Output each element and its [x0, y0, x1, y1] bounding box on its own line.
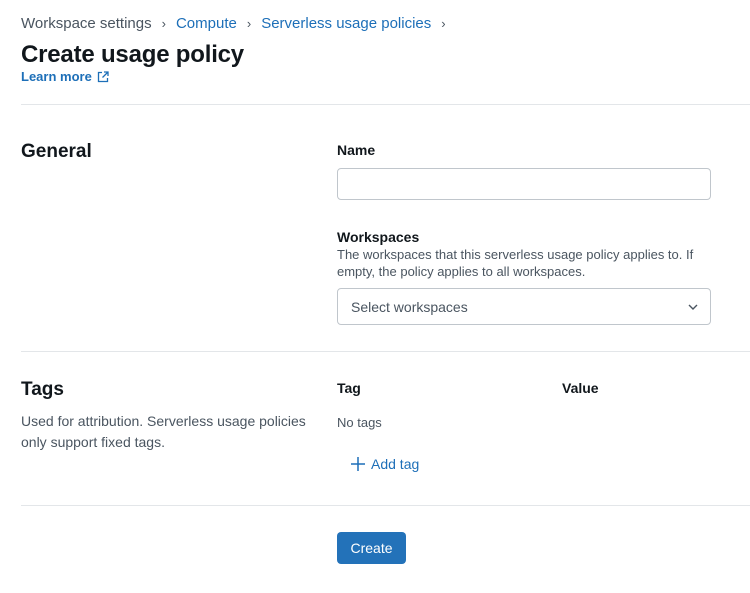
chevron-right-icon: › — [161, 16, 166, 31]
page-title: Create usage policy — [21, 41, 244, 68]
breadcrumb-serverless-usage-policies[interactable]: Serverless usage policies — [261, 14, 431, 34]
value-column-header: Value — [562, 380, 599, 396]
tags-description: Used for attribution. Serverless usage p… — [21, 413, 306, 450]
learn-more-label: Learn more — [21, 69, 92, 84]
name-input[interactable] — [337, 168, 711, 200]
external-link-icon — [97, 71, 109, 83]
workspaces-select-placeholder: Select workspaces — [351, 298, 468, 315]
name-label: Name — [337, 142, 376, 158]
create-usage-policy-page: Workspace settings › Compute › Serverles… — [0, 0, 750, 593]
breadcrumb-compute[interactable]: Compute — [176, 14, 237, 34]
divider-tags — [21, 505, 750, 506]
tags-section-title: Tags — [21, 379, 64, 400]
chevron-right-icon: › — [246, 16, 252, 31]
general-section-title: General — [21, 141, 92, 162]
breadcrumb: Workspace settings › Compute › Serverles… — [21, 14, 456, 34]
chevron-down-icon — [688, 304, 698, 310]
workspaces-label: Workspaces — [337, 229, 420, 245]
plus-icon — [351, 457, 365, 471]
divider-header — [21, 104, 750, 105]
add-tag-label: Add tag — [371, 456, 420, 472]
workspaces-description: The workspaces that this serverless usag… — [337, 247, 694, 279]
divider-general — [21, 351, 750, 352]
workspaces-select[interactable]: Select workspaces — [337, 288, 711, 325]
breadcrumb-workspace-settings[interactable]: Workspace settings — [21, 14, 152, 34]
create-button[interactable]: Create — [337, 532, 406, 564]
add-tag-button[interactable]: Add tag — [350, 454, 419, 474]
no-tags-text: No tags — [337, 415, 382, 430]
learn-more-link[interactable]: Learn more — [21, 69, 109, 85]
tag-column-header: Tag — [337, 380, 361, 396]
chevron-right-icon: › — [441, 16, 446, 31]
